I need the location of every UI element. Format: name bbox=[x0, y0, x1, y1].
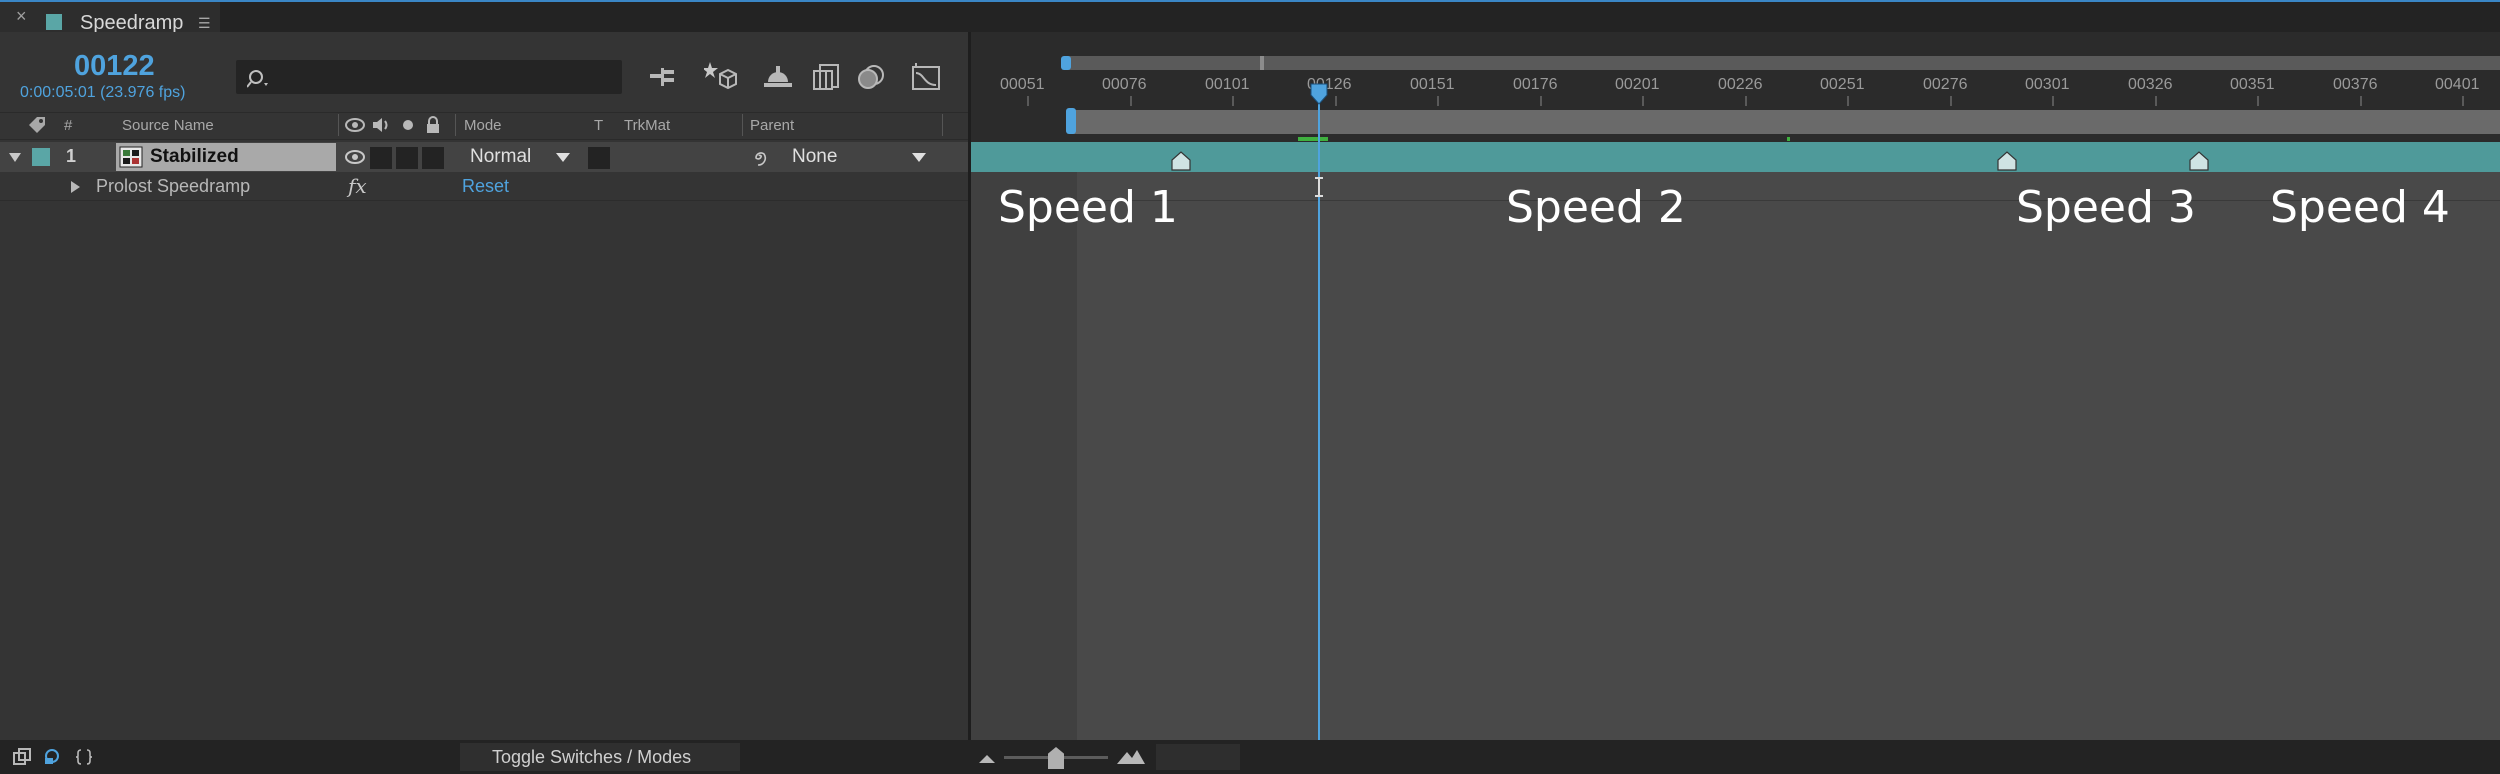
effect-expand-triangle-icon[interactable] bbox=[66, 178, 84, 196]
motion-blur-switch-icon[interactable] bbox=[854, 62, 890, 92]
layer-parent-value[interactable]: None bbox=[792, 146, 837, 168]
keyframe-marker-icon[interactable] bbox=[1996, 150, 2018, 172]
column-divider bbox=[742, 114, 743, 136]
panel-tab-bar bbox=[0, 0, 2500, 32]
layer-label-color[interactable] bbox=[32, 148, 50, 166]
ruler-tick-label: 00226 bbox=[1718, 76, 1763, 93]
layer-index: 1 bbox=[66, 146, 77, 166]
work-area-start-handle[interactable] bbox=[1066, 108, 1076, 134]
in-out-brackets-icon[interactable] bbox=[72, 746, 96, 768]
ruler-tick-label: 00376 bbox=[2333, 76, 2378, 93]
column-source-name[interactable]: Source Name bbox=[122, 117, 214, 134]
work-area-bar[interactable] bbox=[1070, 110, 2500, 134]
track-area-pre-range bbox=[971, 170, 1077, 740]
current-frame[interactable]: 00122 bbox=[74, 50, 155, 83]
layer-solo-switch[interactable] bbox=[396, 147, 418, 169]
navigator-playhead bbox=[1260, 56, 1264, 70]
search-field[interactable] bbox=[278, 62, 618, 94]
keyframe-marker-icon[interactable] bbox=[1170, 150, 1192, 172]
trkmat-switch[interactable] bbox=[588, 147, 610, 169]
ruler-tick-marks bbox=[1027, 96, 2464, 106]
ruler-tick-label: 00051 bbox=[1000, 76, 1045, 93]
keyframe-marker-icon[interactable] bbox=[2188, 150, 2210, 172]
ruler-tick-label: 00201 bbox=[1615, 76, 1660, 93]
speed-annotation-3: Speed 3 bbox=[2016, 182, 2196, 233]
label-tag-icon[interactable] bbox=[22, 114, 52, 136]
bottom-bar bbox=[0, 740, 2500, 774]
ruler-tick-label: 00301 bbox=[2025, 76, 2070, 93]
column-divider bbox=[338, 114, 339, 136]
speed-annotation-4: Speed 4 bbox=[2270, 182, 2450, 233]
comp-flowchart-icon[interactable] bbox=[10, 746, 34, 768]
column-trkmat[interactable]: TrkMat bbox=[624, 117, 670, 134]
close-tab-button[interactable]: × bbox=[16, 6, 27, 27]
column-divider bbox=[455, 114, 456, 136]
spiral-pickwhip-icon[interactable] bbox=[748, 146, 770, 168]
parent-dropdown-arrow-icon[interactable] bbox=[908, 148, 930, 168]
text-cursor-icon bbox=[1310, 176, 1328, 198]
ruler-tick-label: 00251 bbox=[1820, 76, 1865, 93]
effect-name: Prolost Speedramp bbox=[96, 176, 251, 196]
column-mode[interactable]: Mode bbox=[464, 117, 502, 134]
layer-duration-bar[interactable] bbox=[971, 142, 2500, 172]
expand-triangle-icon[interactable] bbox=[4, 146, 26, 168]
zoom-in-mountain-icon[interactable] bbox=[1116, 744, 1146, 768]
frame-blending-icon[interactable] bbox=[810, 62, 844, 92]
speed-annotation-2: Speed 2 bbox=[1506, 182, 1686, 233]
zoom-out-mountain-icon[interactable] bbox=[976, 748, 998, 768]
timeline-scrollbar[interactable] bbox=[1156, 744, 1240, 770]
draft-3d-icon[interactable] bbox=[702, 58, 740, 94]
speed-annotation-1: Speed 1 bbox=[998, 182, 1178, 233]
ruler-tick-label: 00326 bbox=[2128, 76, 2173, 93]
column-divider bbox=[942, 114, 943, 136]
graph-editor-icon[interactable] bbox=[908, 62, 944, 92]
cached-frames-indicator bbox=[1298, 137, 1328, 141]
layer-audio-switch[interactable] bbox=[370, 147, 392, 169]
ruler-tick-label: 00151 bbox=[1410, 76, 1455, 93]
column-number[interactable]: # bbox=[64, 117, 72, 134]
ruler-tick-label: 00176 bbox=[1513, 76, 1558, 93]
ruler-tick-label: 00076 bbox=[1102, 76, 1147, 93]
ruler-tick-label: 00101 bbox=[1205, 76, 1250, 93]
current-time: 0:00:05:01 (23.976 fps) bbox=[20, 84, 186, 101]
toggle-switches-modes-label: Toggle Switches / Modes bbox=[492, 747, 692, 767]
toggle-transfer-icon[interactable] bbox=[40, 746, 64, 768]
ruler-tick-label: 00276 bbox=[1923, 76, 1968, 93]
ruler-tick-label: 00351 bbox=[2230, 76, 2275, 93]
layer-name: Stabilized bbox=[150, 146, 239, 167]
time-navigator[interactable] bbox=[1066, 56, 2500, 70]
fx-switch[interactable]: fx bbox=[348, 174, 367, 198]
mode-dropdown-arrow-icon[interactable] bbox=[552, 148, 574, 168]
column-t[interactable]: T bbox=[594, 117, 603, 134]
audio-speaker-icon[interactable] bbox=[370, 115, 392, 135]
cached-frame-dot bbox=[1787, 137, 1790, 141]
composition-icon bbox=[46, 14, 62, 30]
time-navigator-start[interactable] bbox=[1061, 56, 1071, 70]
effect-reset-link[interactable]: Reset bbox=[462, 176, 509, 197]
shy-layers-icon[interactable] bbox=[646, 62, 680, 92]
column-parent[interactable]: Parent bbox=[750, 117, 794, 134]
layer-mode-value[interactable]: Normal bbox=[470, 146, 531, 168]
layer-video-eye-icon[interactable] bbox=[344, 146, 366, 168]
layer-thumbnail-icon bbox=[118, 145, 144, 169]
video-eye-icon[interactable] bbox=[344, 115, 366, 135]
lock-icon[interactable] bbox=[422, 114, 444, 136]
search-icon bbox=[244, 64, 274, 92]
playhead-icon[interactable] bbox=[1309, 82, 1329, 106]
motion-blur-icon[interactable] bbox=[760, 62, 796, 92]
solo-icon[interactable] bbox=[398, 115, 418, 135]
panel-menu-icon[interactable]: ☰ bbox=[198, 15, 211, 32]
ruler-tick-label: 00401 bbox=[2435, 76, 2480, 93]
layer-lock-switch[interactable] bbox=[422, 147, 444, 169]
panel-active-line bbox=[0, 0, 2500, 2]
